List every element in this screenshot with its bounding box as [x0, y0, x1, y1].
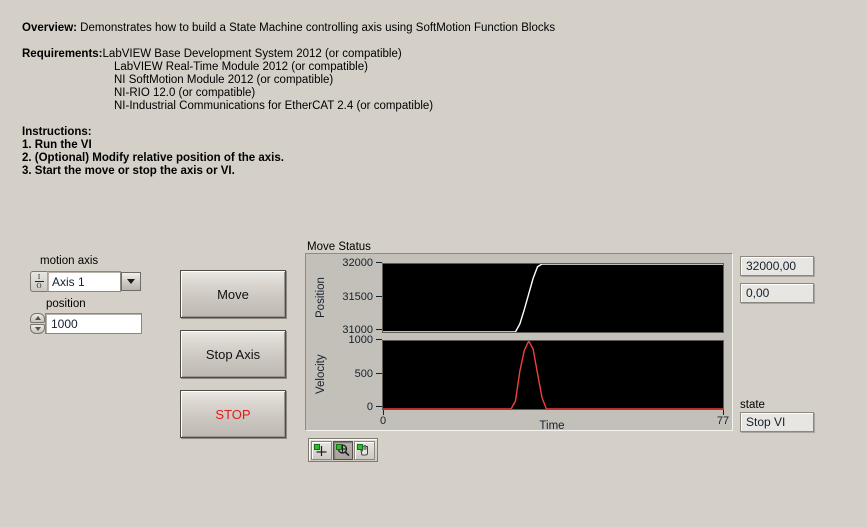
position-label: position — [46, 298, 86, 310]
velocity-tick-mid-label: 500 — [354, 368, 373, 380]
motion-axis-label: motion axis — [40, 255, 99, 267]
chevron-down-glyph — [127, 279, 135, 284]
state-label: state — [740, 399, 765, 411]
motion-axis-value[interactable]: Axis 1 — [47, 271, 121, 292]
requirement-item-3: NI-RIO 12.0 (or compatible) — [114, 87, 256, 99]
stepper-increment-icon[interactable] — [30, 313, 45, 323]
graph-tool-palette[interactable] — [308, 438, 378, 462]
io-icon-bottom: O — [36, 282, 42, 290]
requirement-item-1: LabVIEW Real-Time Module 2012 (or compat… — [114, 61, 368, 73]
position-plot-area[interactable] — [382, 263, 724, 333]
triangle-down-glyph — [34, 327, 41, 331]
instructions-label: Instructions: — [22, 126, 92, 138]
overview-text: Demonstrates how to build a State Machin… — [76, 22, 556, 34]
velocity-readout: 0,00 — [740, 283, 814, 303]
position-tick-mid-label: 31500 — [342, 291, 373, 303]
crosshair-cursor-icon[interactable] — [311, 440, 332, 460]
position-tick-mid: 31500 — [326, 291, 382, 303]
instructions-paragraph: Instructions: 1. Run the VI 2. (Optional… — [22, 126, 284, 178]
position-tick-max: 32000 — [326, 257, 382, 269]
stop-vi-button[interactable]: STOP — [180, 390, 286, 438]
position-input[interactable]: 1000 — [45, 313, 142, 334]
instruction-item-1: 2. (Optional) Modify relative position o… — [22, 152, 284, 164]
time-axis-title: Time — [539, 420, 565, 432]
velocity-trace — [383, 341, 723, 409]
triangle-up-glyph — [34, 316, 41, 320]
position-numeric-control[interactable]: 1000 — [30, 313, 142, 334]
position-tick-max-label: 32000 — [342, 257, 373, 269]
chevron-down-icon[interactable] — [121, 272, 141, 291]
stepper-decrement-icon[interactable] — [30, 324, 45, 334]
velocity-tick-max-label: 1000 — [348, 334, 373, 346]
overview-label: Overview: — [22, 22, 77, 34]
graph-title: Move Status — [307, 241, 371, 253]
velocity-tick-max: 1000 — [326, 334, 382, 346]
position-trace — [383, 264, 723, 332]
instruction-item-2: 3. Start the move or stop the axis or VI… — [22, 165, 235, 177]
move-button[interactable]: Move — [180, 270, 286, 318]
tool-led-indicator — [357, 443, 364, 450]
velocity-plot-area[interactable] — [382, 340, 724, 410]
requirements-paragraph: Requirements:LabVIEW Base Development Sy… — [22, 48, 433, 113]
io-icon-top: I — [37, 273, 41, 281]
requirements-label: Requirements: — [22, 48, 103, 60]
velocity-tick-min-label: 0 — [366, 401, 373, 413]
quantity-stepper[interactable] — [30, 313, 45, 334]
requirement-item-4: NI-Industrial Communications for EtherCA… — [114, 100, 434, 112]
velocity-tick-mid: 500 — [326, 368, 382, 380]
requirement-item-2: NI SoftMotion Module 2012 (or compatible… — [114, 74, 334, 86]
position-readout: 32000,00 — [740, 256, 814, 276]
move-status-graph[interactable]: Position Velocity 32000 31500 31000 1000… — [305, 253, 733, 432]
state-readout: Stop VI — [740, 412, 814, 432]
overview-paragraph: Overview: Demonstrates how to build a St… — [22, 22, 555, 35]
zoom-magnifier-icon[interactable] — [332, 440, 354, 460]
io-control-icon: I O — [30, 271, 47, 292]
tool-led-indicator — [314, 443, 320, 450]
motion-axis-dropdown[interactable]: I O Axis 1 — [30, 271, 142, 292]
instruction-item-0: 1. Run the VI — [22, 139, 92, 151]
pan-hand-icon[interactable] — [354, 440, 376, 460]
stop-axis-button[interactable]: Stop Axis — [180, 330, 286, 378]
requirement-item-0: LabVIEW Base Development System 2012 (or… — [102, 48, 402, 60]
tool-led-indicator — [335, 443, 342, 450]
